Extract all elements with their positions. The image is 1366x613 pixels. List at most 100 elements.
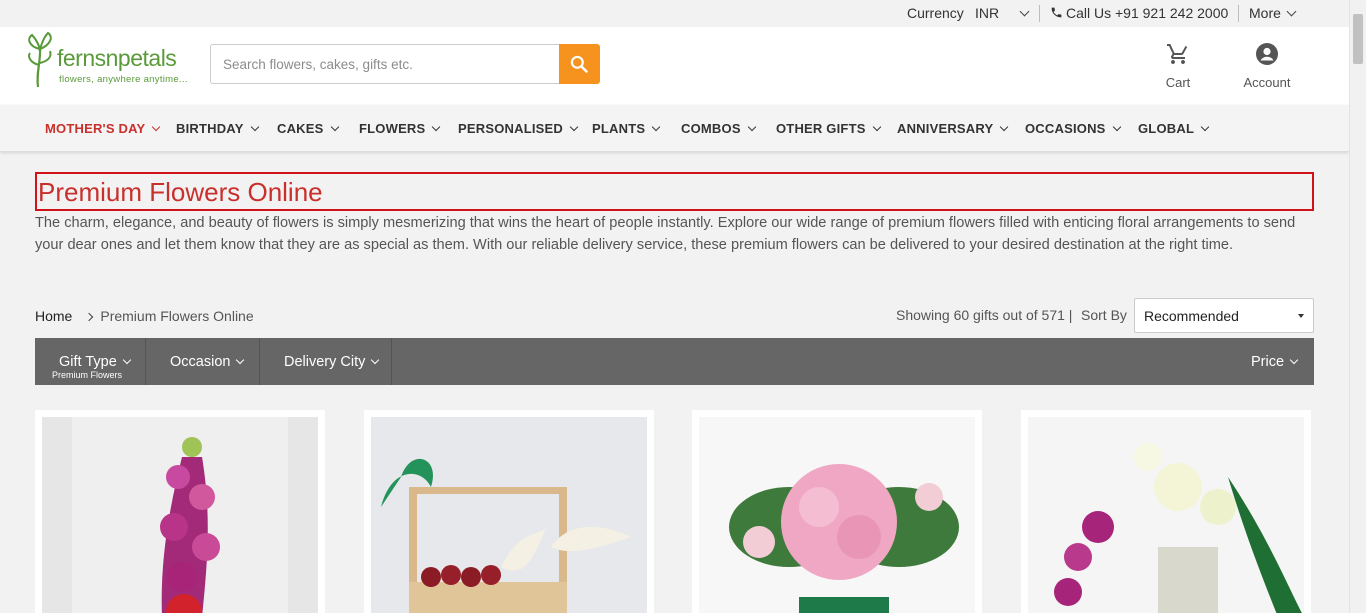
flower-logo-icon bbox=[28, 31, 52, 88]
cart-button[interactable]: Cart bbox=[1160, 42, 1196, 90]
nav-item-cakes[interactable]: CAKES bbox=[277, 121, 339, 136]
nav-item-birthday[interactable]: BIRTHDAY bbox=[176, 121, 259, 136]
nav-label: COMBOS bbox=[681, 121, 741, 136]
top-utility-bar: Currency INR Call Us +91 921 242 2000 Mo… bbox=[0, 0, 1349, 27]
product-image[interactable] bbox=[699, 417, 975, 613]
chevron-down-icon bbox=[569, 122, 579, 132]
chevron-down-icon bbox=[122, 355, 132, 365]
chevron-down-icon bbox=[152, 122, 161, 132]
chevron-down-icon bbox=[1289, 355, 1299, 365]
product-image[interactable] bbox=[42, 417, 318, 613]
nav-item-combos[interactable]: COMBOS bbox=[681, 121, 756, 136]
filter-delivery-city-label: Delivery City bbox=[284, 354, 366, 370]
filter-gift-type-label: Gift Type bbox=[59, 354, 117, 370]
page-title: Premium Flowers Online bbox=[35, 172, 1314, 211]
chevron-down-icon bbox=[747, 122, 756, 132]
product-card[interactable] bbox=[1021, 410, 1311, 613]
product-image[interactable] bbox=[371, 417, 647, 613]
scrollbar-thumb[interactable] bbox=[1353, 14, 1363, 64]
product-image[interactable] bbox=[1028, 417, 1304, 613]
nav-label: FLOWERS bbox=[359, 121, 426, 136]
product-card[interactable] bbox=[692, 410, 982, 613]
phone-icon bbox=[1051, 7, 1062, 18]
chevron-down-icon bbox=[432, 122, 441, 132]
currency-value: INR bbox=[975, 5, 1000, 21]
divider bbox=[1039, 5, 1040, 22]
nav-label: BIRTHDAY bbox=[176, 121, 244, 136]
brand-name: fernsnpetals bbox=[57, 45, 177, 71]
site-header: fernsnpetals flowers, anywhere anytime..… bbox=[0, 27, 1349, 105]
sort-value: Recommended bbox=[1144, 308, 1239, 324]
sort-label: Sort By bbox=[1081, 307, 1127, 323]
search-input[interactable] bbox=[210, 44, 559, 84]
filter-occasion-label: Occasion bbox=[170, 354, 231, 370]
nav-item-occasions[interactable]: OCCASIONS bbox=[1025, 121, 1121, 136]
filter-gift-type[interactable]: Gift Type Premium Flowers bbox=[35, 338, 146, 385]
rose-box-image bbox=[371, 417, 647, 613]
chevron-down-icon bbox=[1200, 122, 1210, 132]
account-button[interactable]: Account bbox=[1240, 42, 1294, 90]
chevron-down-icon bbox=[872, 122, 881, 132]
filter-occasion[interactable]: Occasion bbox=[146, 338, 260, 385]
filter-bar: Gift Type Premium Flowers Occasion Deliv… bbox=[35, 338, 1314, 385]
nav-label: OTHER GIFTS bbox=[776, 121, 866, 136]
breadcrumb: Home Premium Flowers Online bbox=[35, 308, 254, 324]
nav-label: ANNIVERSARY bbox=[897, 121, 994, 136]
call-us-link[interactable]: Call Us +91 921 242 2000 bbox=[1050, 5, 1228, 21]
chevron-down-icon bbox=[1112, 122, 1121, 132]
orchid-bouquet-image bbox=[42, 417, 318, 613]
filter-delivery-city[interactable]: Delivery City bbox=[260, 338, 392, 385]
filter-price-label: Price bbox=[1251, 354, 1285, 370]
chevron-down-icon bbox=[1019, 6, 1030, 17]
more-label: More bbox=[1249, 5, 1281, 21]
account-icon bbox=[1256, 43, 1278, 65]
currency-selector[interactable]: INR bbox=[975, 5, 1030, 21]
brand-tagline: flowers, anywhere anytime... bbox=[59, 74, 188, 85]
caret-down-icon bbox=[1298, 314, 1304, 318]
filter-gift-type-selected: Premium Flowers bbox=[52, 370, 123, 380]
cart-label: Cart bbox=[1165, 75, 1191, 90]
chevron-right-icon bbox=[85, 312, 94, 322]
more-menu[interactable]: More bbox=[1249, 5, 1297, 21]
nav-label: PLANTS bbox=[592, 121, 646, 136]
nav-item-other-gifts[interactable]: OTHER GIFTS bbox=[776, 121, 881, 136]
nav-item-plants[interactable]: PLANTS bbox=[592, 121, 661, 136]
filter-price[interactable]: Price bbox=[1235, 338, 1314, 385]
nav-label: PERSONALISED bbox=[458, 121, 563, 136]
nav-label: OCCASIONS bbox=[1025, 121, 1106, 136]
nav-item-personalised[interactable]: PERSONALISED bbox=[458, 121, 579, 136]
nav-item-flowers[interactable]: FLOWERS bbox=[359, 121, 441, 136]
results-count: Showing 60 gifts out of 571 | bbox=[896, 307, 1073, 323]
product-card[interactable] bbox=[364, 410, 654, 613]
chevron-down-icon bbox=[651, 122, 661, 132]
cart-icon bbox=[1167, 44, 1188, 64]
nav-item-mothers-day[interactable]: MOTHER'S DAY bbox=[45, 121, 161, 136]
lily-arrangement-image bbox=[1028, 417, 1304, 613]
nav-label: MOTHER'S DAY bbox=[45, 121, 146, 136]
product-card[interactable] bbox=[35, 410, 325, 613]
divider bbox=[1238, 5, 1239, 22]
chevron-down-icon bbox=[250, 122, 259, 132]
breadcrumb-current: Premium Flowers Online bbox=[100, 308, 254, 324]
search-button[interactable] bbox=[559, 44, 600, 84]
main-navigation: MOTHER'S DAY BIRTHDAY CAKES FLOWERS PERS… bbox=[0, 105, 1349, 152]
search-icon bbox=[570, 55, 588, 73]
hydrangea-bouquet-image bbox=[699, 417, 975, 613]
nav-label: GLOBAL bbox=[1138, 121, 1195, 136]
brand-logo[interactable]: fernsnpetals flowers, anywhere anytime..… bbox=[24, 31, 194, 91]
call-us-text: Call Us +91 921 242 2000 bbox=[1066, 5, 1229, 21]
chevron-down-icon bbox=[236, 355, 245, 365]
page-description: The charm, elegance, and beauty of flowe… bbox=[35, 215, 1296, 253]
chevron-down-icon bbox=[1286, 6, 1297, 17]
nav-label: CAKES bbox=[277, 121, 324, 136]
currency-label: Currency bbox=[907, 5, 964, 21]
page-scrollbar[interactable] bbox=[1349, 0, 1366, 613]
account-label: Account bbox=[1243, 75, 1291, 90]
breadcrumb-home[interactable]: Home bbox=[35, 308, 72, 324]
sort-dropdown[interactable]: Recommended bbox=[1134, 298, 1314, 333]
nav-item-global[interactable]: GLOBAL bbox=[1138, 121, 1210, 136]
chevron-down-icon bbox=[1000, 122, 1009, 132]
chevron-down-icon bbox=[330, 122, 339, 132]
nav-item-anniversary[interactable]: ANNIVERSARY bbox=[897, 121, 1009, 136]
chevron-down-icon bbox=[371, 355, 380, 365]
